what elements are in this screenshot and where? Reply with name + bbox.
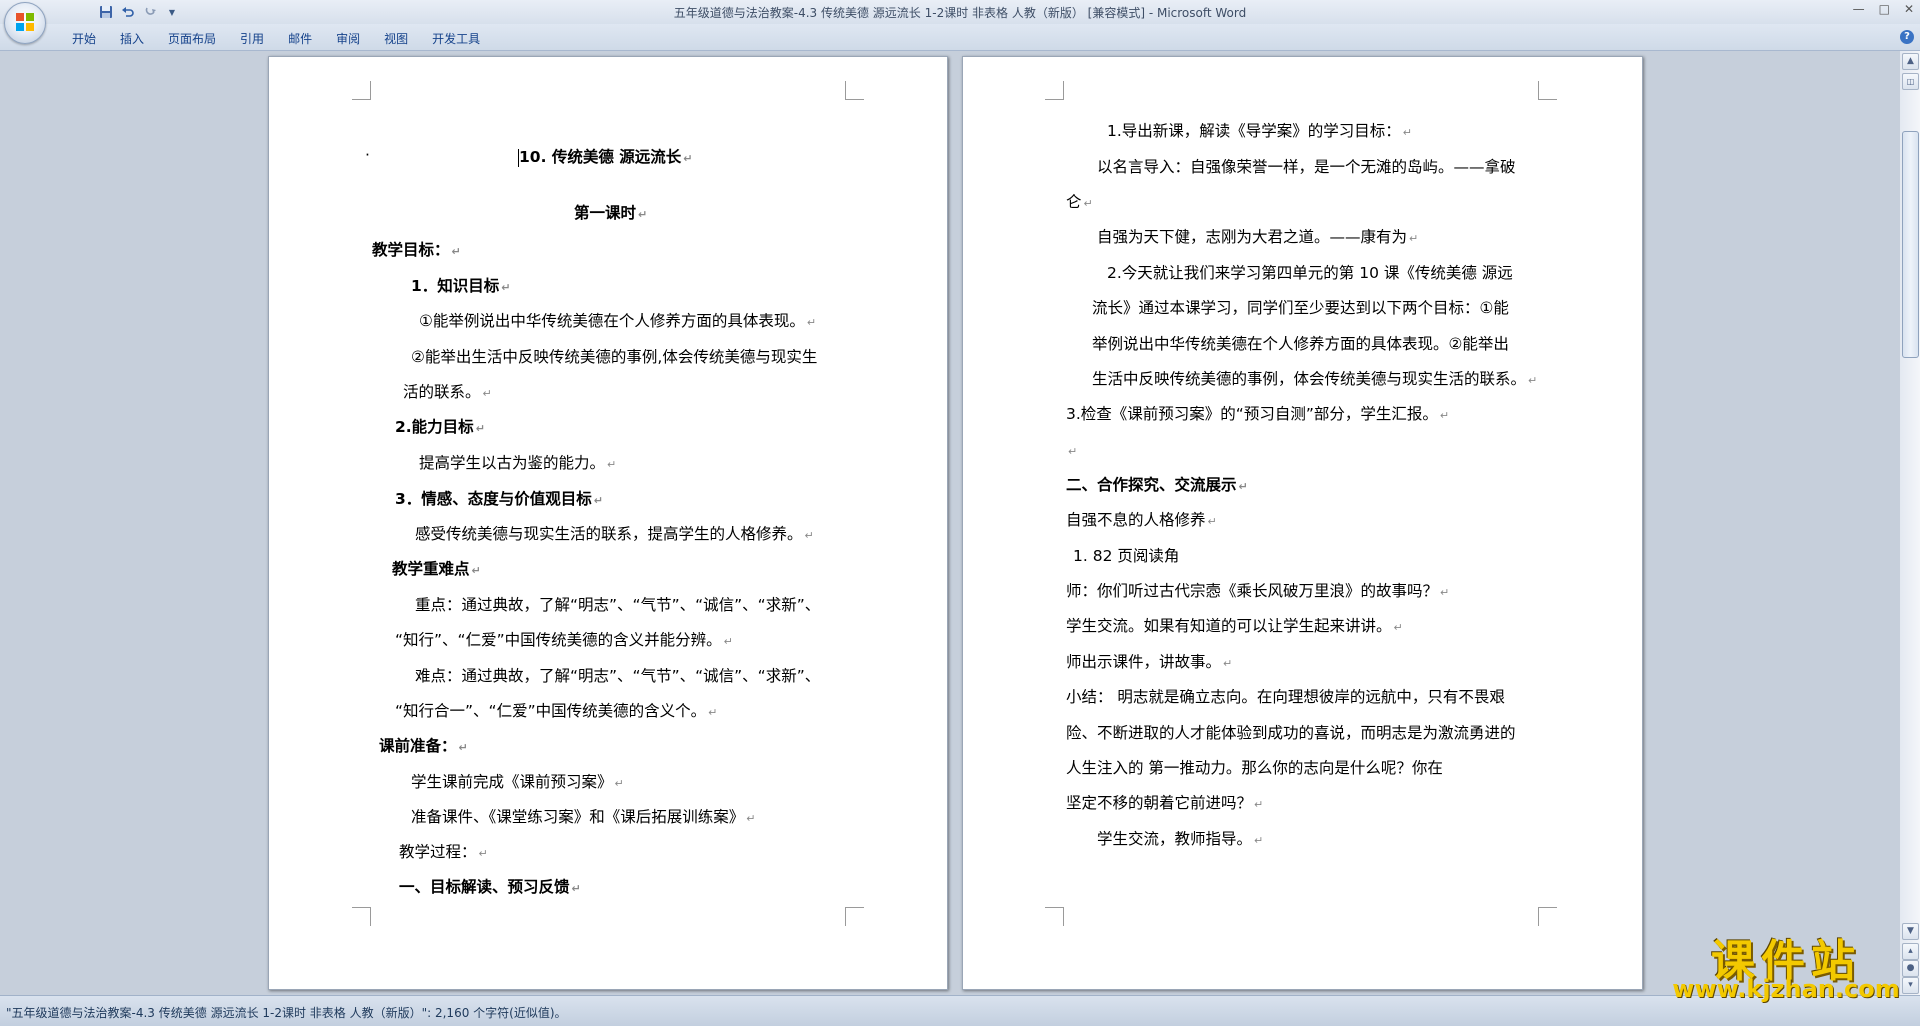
- paragraph: 1. 82 页阅读角: [1073, 547, 1180, 565]
- paragraph: 人生注入的 第一推动力。那么你的志向是什么呢？你在: [1066, 759, 1443, 777]
- heading-emotion: 3．情感、态度与价值观目标 ↵: [395, 490, 604, 508]
- paragraph: 自强不息的人格修养 ↵: [1066, 511, 1217, 529]
- crop-mark: [845, 81, 864, 100]
- tab-review[interactable]: 审阅: [324, 30, 372, 47]
- help-icon[interactable]: ?: [1900, 30, 1914, 44]
- status-bar: "五年级道德与法治教案-4.3 传统美德 源远流长 1-2课时 非表格 人教（新…: [0, 995, 1920, 1026]
- paragraph: “知行”、“仁爱”中国传统美德的含义并能分辨。 ↵: [395, 631, 733, 649]
- paragraph: 小结： 明志就是确立志向。在向理想彼岸的远航中，只有不畏艰: [1066, 688, 1505, 706]
- paragraph: 险、不断进取的人才能体验到成功的喜说，而明志是为激流勇进的: [1066, 724, 1516, 742]
- paragraph: 学生交流，教师指导。 ↵: [1097, 830, 1264, 848]
- heading-key-points: 教学重难点 ↵: [392, 560, 481, 578]
- heading-preparation: 课前准备： ↵: [379, 737, 468, 755]
- crop-mark: [1538, 907, 1557, 926]
- paragraph: 师：你们听过古代宗悫《乘长风破万里浪》的故事吗？ ↵: [1066, 582, 1450, 600]
- paragraph: 生活中反映传统美德的事例，体会传统美德与现实生活的联系。 ↵: [1092, 370, 1538, 388]
- heading-ability: 2.能力目标 ↵: [395, 418, 485, 436]
- scroll-thumb[interactable]: [1902, 131, 1919, 358]
- paragraph: 以名言导入：自强像荣誉一样，是一个无滩的岛屿。——拿破: [1097, 158, 1516, 176]
- paragraph: 1.导出新课，解读《导学案》的学习目标： ↵: [1107, 122, 1413, 140]
- heading-knowledge: 1．知识目标 ↵: [411, 277, 511, 295]
- minimize-button[interactable]: —: [1853, 2, 1865, 16]
- paragraph: 难点：通过典故，了解“明志”、“气节”、“诚信”、“求新”、: [415, 667, 821, 685]
- paragraph: 重点：通过典故，了解“明志”、“气节”、“诚信”、“求新”、: [415, 596, 821, 614]
- status-text: "五年级道德与法治教案-4.3 传统美德 源远流长 1-2课时 非表格 人教（新…: [6, 1006, 567, 1020]
- tab-developer[interactable]: 开发工具: [420, 30, 492, 47]
- close-button[interactable]: ✕: [1904, 2, 1914, 16]
- tab-page-layout[interactable]: 页面布局: [156, 30, 228, 47]
- previous-page-icon[interactable]: ▴: [1902, 943, 1919, 960]
- document-page-1[interactable]: · 10. 传统美德 源远流长 ↵ 第一课时 ↵ 教学目标： ↵ 1．知识目标 ↵ ①能…: [268, 56, 948, 990]
- empty-paragraph: ↵: [1068, 445, 1078, 458]
- next-page-icon[interactable]: ▾: [1902, 977, 1919, 994]
- scroll-down-icon[interactable]: ▼: [1902, 923, 1919, 940]
- crop-mark: [1045, 907, 1064, 926]
- window-title: 五年级道德与法治教案-4.3 传统美德 源远流长 1-2课时 非表格 人教（新版…: [673, 6, 1247, 20]
- tab-home[interactable]: 开始: [60, 30, 108, 47]
- vertical-scrollbar[interactable]: ▲ ◫ ▼ ▴ ● ▾: [1900, 51, 1920, 995]
- crop-mark: [845, 907, 864, 926]
- ribbon-tabs: 开始 插入 页面布局 引用 邮件 审阅 视图 开发工具: [60, 30, 492, 47]
- bullet-mark: ·: [365, 146, 370, 164]
- tab-mailings[interactable]: 邮件: [276, 30, 324, 47]
- paragraph: 坚定不移的朝着它前进吗？ ↵: [1066, 794, 1264, 812]
- paragraph: 2.今天就让我们来学习第四单元的第 10 课《传统美德 源远: [1107, 264, 1513, 282]
- paragraph: “知行合一”、“仁爱”中国传统美德的含义个。 ↵: [395, 702, 718, 720]
- doc-title: 10. 传统美德 源远流长 ↵: [519, 148, 693, 166]
- crop-mark: [1538, 81, 1557, 100]
- paragraph: 教学过程： ↵: [399, 843, 488, 861]
- paragraph: 感受传统美德与现实生活的联系，提高学生的人格修养。 ↵: [415, 525, 814, 543]
- document-page-2[interactable]: 1.导出新课，解读《导学案》的学习目标： ↵ 以名言导入：自强像荣誉一样，是一个无…: [962, 56, 1643, 990]
- paragraph: 举例说出中华传统美德在个人修养方面的具体表现。②能举出: [1092, 335, 1509, 353]
- paragraph: 流长》通过本课学习，同学们至少要达到以下两个目标：①能: [1092, 299, 1509, 317]
- paragraph: ①能举例说出中华传统美德在个人修养方面的具体表现。 ↵: [419, 312, 817, 330]
- browse-object-icon[interactable]: ●: [1902, 960, 1919, 977]
- crop-mark: [1045, 81, 1064, 100]
- paragraph: 提高学生以古为鉴的能力。 ↵: [419, 454, 617, 472]
- crop-mark: [352, 81, 371, 100]
- ruler-toggle-icon[interactable]: ◫: [1902, 73, 1919, 90]
- document-workspace: · 10. 传统美德 源远流长 ↵ 第一课时 ↵ 教学目标： ↵ 1．知识目标 ↵ ①能…: [0, 51, 1900, 995]
- paragraph: 准备课件、《课堂练习案》和《课后拓展训练案》 ↵: [411, 808, 756, 826]
- tab-references[interactable]: 引用: [228, 30, 276, 47]
- paragraph: 3.检查《课前预习案》的“预习自测”部分，学生汇报。 ↵: [1066, 405, 1450, 423]
- tab-insert[interactable]: 插入: [108, 30, 156, 47]
- doc-subtitle: 第一课时 ↵: [574, 204, 648, 222]
- watermark-url: www.kjzhan.com: [1672, 975, 1900, 1003]
- paragraph: 自强为天下健，志刚为大君之道。——康有为 ↵: [1097, 228, 1419, 246]
- tab-view[interactable]: 视图: [372, 30, 420, 47]
- paragraph: 学生课前完成《课前预习案》 ↵: [411, 773, 624, 791]
- crop-mark: [352, 907, 371, 926]
- ribbon: 开始 插入 页面布局 引用 邮件 审阅 视图 开发工具 ?: [0, 24, 1920, 51]
- window-controls: — □ ✕: [1853, 2, 1914, 16]
- paragraph: ②能举出生活中反映传统美德的事例,体会传统美德与现实生: [411, 348, 818, 366]
- title-bar: ▼ 五年级道德与法治教案-4.3 传统美德 源远流长 1-2课时 非表格 人教（…: [0, 0, 1920, 24]
- paragraph: 仑 ↵: [1066, 193, 1093, 211]
- office-button[interactable]: [4, 2, 46, 44]
- paragraph: 活的联系。 ↵: [403, 383, 492, 401]
- heading-section-2: 二、合作探究、交流展示 ↵: [1066, 476, 1248, 494]
- paragraph: 学生交流。如果有知道的可以让学生起来讲讲。 ↵: [1066, 617, 1403, 635]
- watermark-logo: 课件站 www.kjzhan.com: [1668, 925, 1904, 1005]
- office-logo-icon: [16, 13, 34, 31]
- heading-goals: 教学目标： ↵: [372, 241, 461, 259]
- paragraph: 师出示课件，讲故事。 ↵: [1066, 653, 1233, 671]
- heading-section-1: 一、目标解读、预习反馈 ↵: [399, 878, 581, 896]
- scroll-up-icon[interactable]: ▲: [1902, 53, 1919, 70]
- maximize-button[interactable]: □: [1879, 2, 1890, 16]
